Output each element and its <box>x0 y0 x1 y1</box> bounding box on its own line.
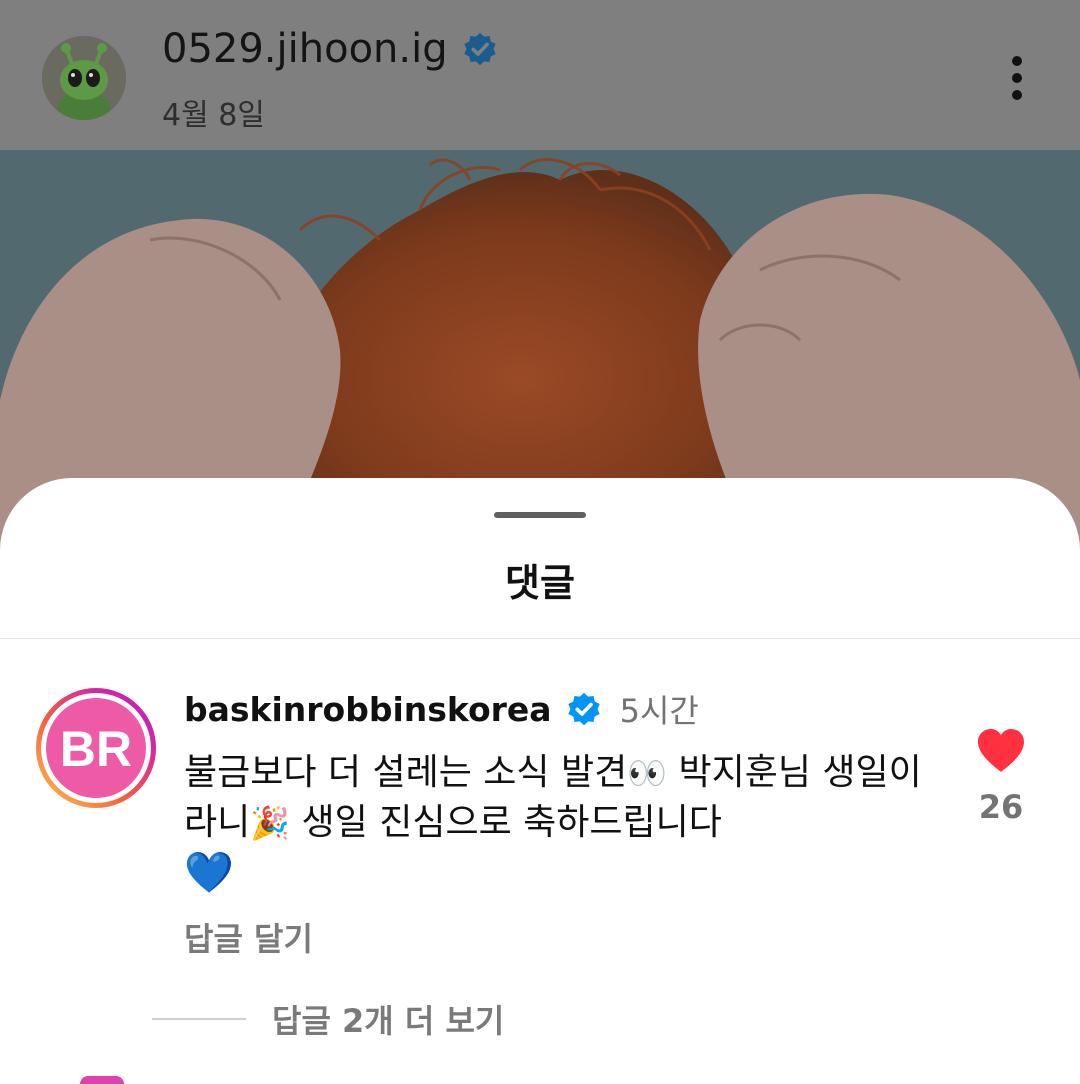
party-popper-emoji-icon: 🎉 <box>250 804 291 842</box>
comment-text-part: 생일 진심으로 축하드립니다 <box>290 802 722 843</box>
eyes-emoji-icon: 👀 <box>627 754 668 792</box>
view-more-replies-label[interactable]: 답글 2개 더 보기 <box>272 996 504 1042</box>
sheet-title: 댓글 <box>505 561 575 605</box>
post-header: 0529.jihoon.ig 4월 8일 <box>0 0 1080 150</box>
post-username-row[interactable]: 0529.jihoon.ig <box>162 26 498 72</box>
divider <box>0 638 1080 639</box>
commenter-avatar[interactable]: BR <box>34 686 158 810</box>
comment-text: 불금보다 더 설레는 소식 발견👀 박지훈님 생일이라니🎉 생일 진심으로 축하… <box>184 748 924 900</box>
comments-sheet: 댓글 BR baskinrobbinskorea 5시간 불금보다 더 설레는 … <box>0 478 1080 1084</box>
comment-header: baskinrobbinskorea 5시간 <box>184 686 699 732</box>
more-options-icon[interactable] <box>1000 52 1036 104</box>
comment-timestamp: 5시간 <box>619 692 699 730</box>
alien-doll-avatar-image <box>42 36 126 120</box>
post-username[interactable]: 0529.jihoon.ig <box>162 26 448 72</box>
post-date: 4월 8일 <box>162 98 265 133</box>
reply-button[interactable]: 답글 달기 <box>184 914 313 960</box>
commenter-username[interactable]: baskinrobbinskorea <box>184 690 552 729</box>
comment-text-part: 불금보다 더 설레는 소식 발견 <box>184 752 628 793</box>
like-heart-icon[interactable] <box>976 728 1026 774</box>
next-comment-avatar <box>80 1076 124 1084</box>
profile-avatar[interactable] <box>42 36 126 120</box>
verified-badge-icon <box>463 32 496 66</box>
view-more-replies[interactable]: 답글 2개 더 보기 <box>152 996 504 1042</box>
verified-badge-icon <box>567 692 600 726</box>
baskin-robbins-logo-avatar: BR <box>36 688 156 808</box>
replies-line <box>152 1018 246 1020</box>
avatar-logo-text: BR <box>60 721 132 777</box>
blue-heart-emoji-icon: 💙 <box>184 850 234 896</box>
sheet-drag-handle[interactable] <box>494 512 586 518</box>
heart-filled-icon <box>978 729 1024 772</box>
like-count: 26 <box>978 788 1024 826</box>
